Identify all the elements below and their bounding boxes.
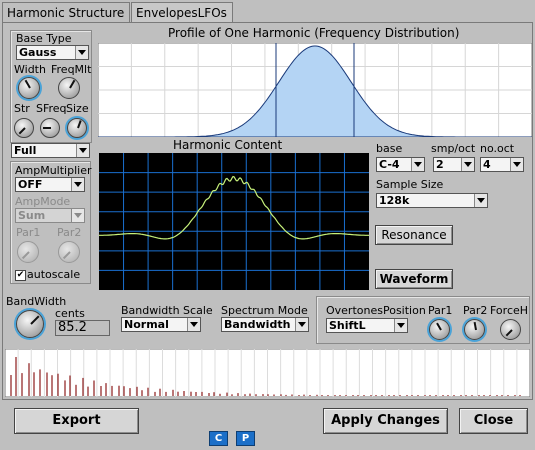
- base-label: base: [376, 142, 403, 155]
- export-label: Export: [52, 413, 101, 428]
- spectrum-mode-label: Spectrum Mode: [221, 304, 308, 317]
- base-value: C-4: [379, 158, 400, 171]
- overtones-group: OvertonesPosition ShiftL Par1 Par2 Force…: [316, 296, 530, 344]
- base-type-select[interactable]: Gauss: [16, 45, 89, 60]
- str-knob[interactable]: [14, 118, 34, 138]
- copy-button[interactable]: C: [209, 431, 228, 446]
- overtones-par1-label: Par1: [428, 304, 453, 317]
- harmonic-content-scope: [99, 153, 369, 290]
- freqmlt-label: FreqMlt: [51, 63, 92, 76]
- overtones-par1-knob[interactable]: [429, 319, 450, 340]
- resonance-button[interactable]: Resonance: [375, 225, 453, 245]
- sfreq-knob[interactable]: [40, 118, 60, 138]
- base-type-label: Base Type: [16, 32, 72, 45]
- chevron-down-icon: [295, 318, 308, 331]
- tab-label: EnvelopesLFOs: [136, 6, 227, 20]
- overtones-par2-label: Par2: [463, 304, 488, 317]
- bandwidth-scale-value: Normal: [124, 318, 169, 331]
- close-button[interactable]: Close: [459, 408, 528, 434]
- smp-oct-label: smp/oct: [431, 142, 476, 155]
- width-label: Width: [14, 63, 46, 76]
- amp-par1-label: Par1: [16, 226, 41, 239]
- mode-select[interactable]: Full: [11, 143, 90, 158]
- paste-label: P: [241, 433, 250, 444]
- amp-multiplier-value: OFF: [18, 178, 43, 191]
- spectrum-mode-value: Bandwidth: [224, 318, 291, 331]
- chevron-down-icon: [71, 178, 84, 191]
- spectrum-display: [5, 349, 530, 397]
- apply-changes-button[interactable]: Apply Changes: [323, 408, 448, 434]
- smp-oct-value: 2: [436, 158, 444, 171]
- chevron-down-icon: [474, 194, 487, 207]
- tab-label: Harmonic Structure: [7, 6, 125, 20]
- paste-button[interactable]: P: [236, 431, 255, 446]
- cents-label: cents: [55, 307, 85, 320]
- chevron-down-icon: [510, 158, 523, 171]
- size-label: Size: [66, 102, 89, 115]
- scope-background: [99, 153, 369, 290]
- amp-par1-knob[interactable]: [17, 241, 39, 263]
- sample-size-select[interactable]: 128k: [376, 193, 488, 208]
- forceh-label: ForceH: [490, 304, 529, 317]
- bandwidth-scale-label: Bandwidth Scale: [121, 304, 213, 317]
- autoscale-label: autoscale: [27, 268, 81, 281]
- chevron-down-icon: [461, 158, 474, 171]
- no-oct-label: no.oct: [480, 142, 515, 155]
- autoscale-checkbox[interactable]: ✔: [15, 270, 26, 281]
- bandwidth-knob[interactable]: [16, 310, 44, 338]
- chevron-down-icon: [394, 319, 407, 332]
- str-label: Str: [14, 102, 30, 115]
- amp-par2-label: Par2: [57, 226, 82, 239]
- overtones-position-label: OvertonesPosition: [326, 304, 426, 317]
- resonance-label: Resonance: [381, 228, 447, 242]
- profile-plot: [98, 43, 532, 137]
- amp-group: AmpMultiplier OFF AmpMode Sum Par1 Par2 …: [10, 161, 92, 284]
- copy-label: C: [214, 433, 223, 444]
- no-oct-value: 4: [483, 158, 491, 171]
- amp-mode-label: AmpMode: [15, 195, 71, 208]
- forceh-knob[interactable]: [500, 319, 521, 340]
- waveform-label: Waveform: [379, 272, 449, 286]
- profile-title: Profile of One Harmonic (Frequency Distr…: [168, 26, 460, 40]
- chevron-down-icon: [187, 318, 200, 331]
- sample-size-value: 128k: [379, 194, 410, 207]
- freqmlt-knob[interactable]: [58, 77, 80, 99]
- waveform-button[interactable]: Waveform: [375, 269, 453, 289]
- overtones-par2-knob[interactable]: [464, 319, 485, 340]
- smp-oct-select[interactable]: 2: [433, 157, 475, 172]
- mode-value: Full: [14, 144, 37, 157]
- close-label: Close: [473, 413, 514, 428]
- amp-mode-value: Sum: [18, 209, 46, 222]
- overtones-position-select[interactable]: ShiftL: [326, 318, 408, 333]
- no-oct-select[interactable]: 4: [480, 157, 524, 172]
- tab-envelopes-lfos[interactable]: EnvelopesLFOs: [131, 2, 233, 22]
- sample-size-label: Sample Size: [376, 178, 444, 191]
- amp-multiplier-select[interactable]: OFF: [15, 177, 85, 192]
- chevron-down-icon: [411, 158, 424, 171]
- base-type-value: Gauss: [19, 46, 57, 59]
- harmonic-content-title: Harmonic Content: [173, 138, 283, 152]
- amp-par2-knob[interactable]: [58, 241, 80, 263]
- amp-mode-select[interactable]: Sum: [15, 208, 85, 223]
- sfreq-label: SFreq: [36, 102, 67, 115]
- apply-changes-label: Apply Changes: [331, 413, 440, 428]
- chevron-down-icon: [76, 144, 89, 157]
- overtones-position-value: ShiftL: [329, 319, 366, 332]
- bandwidth-value: 85.2: [55, 320, 110, 336]
- tab-harmonic-structure[interactable]: Harmonic Structure: [2, 2, 130, 23]
- amp-multiplier-label: AmpMultiplier: [15, 164, 92, 177]
- spectrum-mode-select[interactable]: Bandwidth: [221, 317, 309, 332]
- chevron-down-icon: [75, 46, 88, 59]
- width-knob[interactable]: [18, 77, 40, 99]
- base-type-group: Base Type Gauss Width FreqMlt Str SFreq …: [10, 30, 92, 143]
- bandwidth-scale-select[interactable]: Normal: [121, 317, 201, 332]
- harmonic-structure-panel: Base Type Gauss Width FreqMlt Str SFreq …: [2, 22, 533, 400]
- size-knob[interactable]: [67, 118, 87, 138]
- base-select[interactable]: C-4: [376, 157, 425, 172]
- chevron-down-icon: [71, 209, 84, 222]
- export-button[interactable]: Export: [14, 408, 139, 434]
